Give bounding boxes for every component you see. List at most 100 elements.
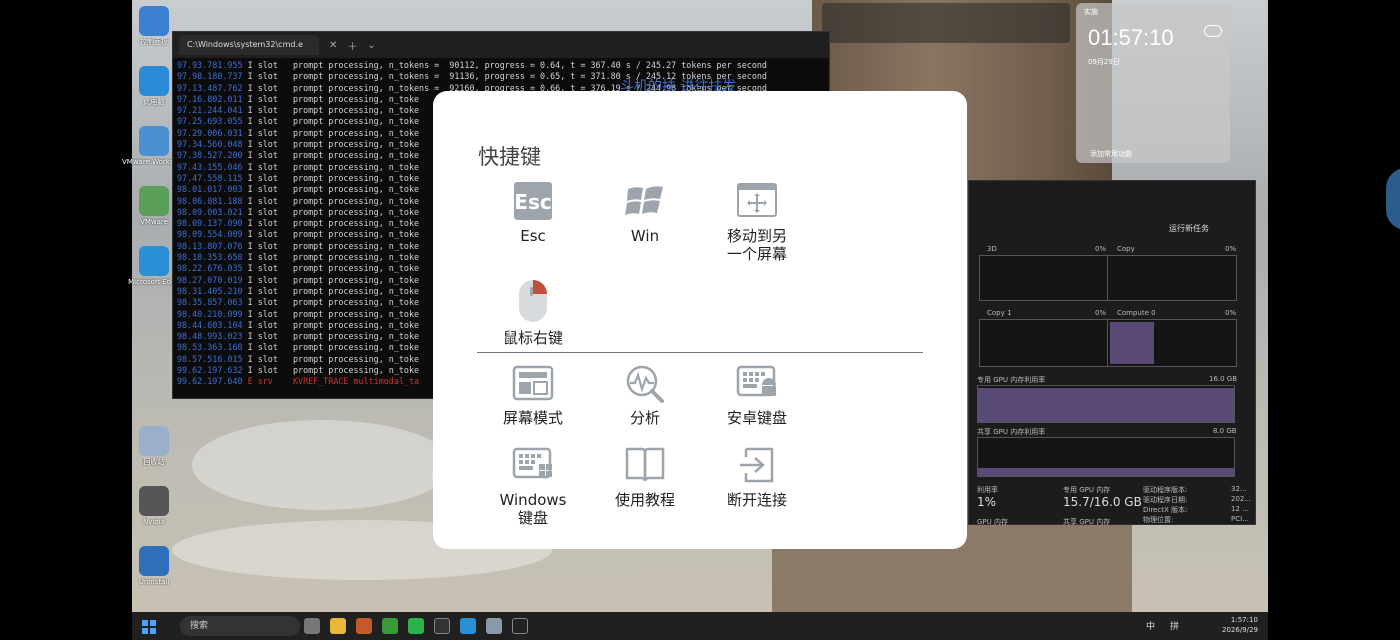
util-value: 1% bbox=[977, 495, 997, 509]
remote-desktop-screen: 控制面板此电脑VMware WorkstationVMwareMicrosoft… bbox=[0, 0, 1400, 640]
cmd-line-timestamp: 97.34.560.048 bbox=[177, 139, 243, 150]
win-shortcut[interactable]: Win bbox=[590, 181, 700, 245]
app-icon-1[interactable] bbox=[356, 618, 372, 634]
cmd-line-timestamp: 98.53.363.168 bbox=[177, 342, 243, 353]
background-peek-text: 斗机的扶 进往扶发 bbox=[620, 79, 737, 92]
desktop-icon[interactable]: Uninstall bbox=[122, 546, 186, 587]
app-icon-2[interactable] bbox=[382, 618, 398, 634]
edge-icon[interactable] bbox=[460, 618, 476, 634]
graph-label-copy: Copy bbox=[1117, 245, 1135, 253]
right-click-shortcut[interactable]: 鼠标右键 bbox=[478, 279, 588, 347]
cmd-line-timestamp: 97.13.487.762 bbox=[177, 82, 243, 93]
gpu-mem-label: 专用 GPU 内存 bbox=[1063, 486, 1111, 494]
cmd-line-timestamp: 98.48.993.023 bbox=[177, 331, 243, 342]
new-task-button[interactable]: 运行新任务 bbox=[1169, 223, 1209, 234]
win-label: Win bbox=[630, 227, 660, 245]
tray-lang[interactable]: 中 bbox=[1146, 619, 1155, 632]
cmd-line-timestamp: 98.09.554.009 bbox=[177, 229, 243, 240]
cmd-line-timestamp: 99.62.197.640 bbox=[177, 376, 243, 387]
tutorial-button[interactable]: 使用教程 bbox=[590, 445, 700, 509]
analysis-label: 分析 bbox=[629, 409, 660, 427]
graph-pct-copy: 0% bbox=[1225, 245, 1237, 253]
cmd-line-text: I slot prompt processing, n_toke bbox=[242, 195, 420, 206]
desktop-icon-label: Uninstall bbox=[138, 578, 170, 586]
screen-mode-icon bbox=[512, 363, 554, 403]
cmd-tab[interactable]: C:\Windows\system32\cmd.e bbox=[179, 35, 319, 55]
taskbar-search[interactable]: 搜索 bbox=[180, 616, 300, 636]
cmd-line-text: I slot prompt processing, n_toke bbox=[242, 206, 420, 217]
new-tab-icon[interactable]: ＋ bbox=[347, 38, 357, 53]
tutorial-label: 使用教程 bbox=[614, 491, 675, 509]
notes-widget[interactable] bbox=[822, 3, 1070, 43]
app-icon-3[interactable] bbox=[486, 618, 502, 634]
esc-key-icon: Esc bbox=[512, 181, 554, 221]
move-screen-shortcut[interactable]: 移动到另 一个屏幕 bbox=[702, 181, 812, 263]
dedicated-mem-fill bbox=[978, 388, 1234, 422]
windows-keyboard-button[interactable]: Windows 键盘 bbox=[478, 445, 588, 527]
move-screen-label-line2: 一个屏幕 bbox=[726, 245, 787, 263]
move-screen-icon bbox=[736, 181, 778, 221]
task-manager-window[interactable]: 运行新任务 3D 0% Copy 0% Copy 1 0% Compute 0 … bbox=[968, 180, 1256, 526]
widget-note: 添加常用功能 bbox=[1090, 150, 1132, 158]
shortcut-panel-title: 快捷键 bbox=[478, 145, 541, 169]
cmd-taskbar-icon[interactable] bbox=[512, 618, 528, 634]
screen-mode-label: 屏幕模式 bbox=[502, 409, 563, 427]
taskbar-clock[interactable]: 1:57:10 2026/9/29 bbox=[1222, 615, 1258, 635]
mouse-right-click-icon bbox=[512, 279, 554, 323]
desktop-app-icon bbox=[139, 246, 169, 276]
desktop-icon[interactable]: Nvidia bbox=[122, 486, 186, 527]
wechat-icon[interactable] bbox=[408, 618, 424, 634]
shortcut-panel: 快捷键 Esc Esc Win 移动到另 一个屏幕 鼠标右键 屏幕模式 分析 安… bbox=[433, 91, 967, 549]
dedicated-mem-max: 16.0 GB bbox=[1209, 375, 1238, 383]
esc-shortcut[interactable]: Esc Esc bbox=[478, 181, 588, 245]
driver-version-value: 32... bbox=[1231, 485, 1247, 493]
cmd-line-timestamp: 98.35.857.063 bbox=[177, 297, 243, 308]
graph-copy bbox=[1107, 255, 1237, 301]
cmd-line-timestamp: 98.22.676.035 bbox=[177, 263, 243, 274]
cmd-line-text: I slot prompt processing, n_toke bbox=[242, 161, 420, 172]
widget-title: 实施 bbox=[1084, 8, 1098, 16]
graph-label-copy1: Copy 1 bbox=[987, 309, 1012, 317]
close-tab-icon[interactable]: ✕ bbox=[329, 40, 337, 51]
graph-3d bbox=[979, 255, 1109, 301]
cmd-titlebar[interactable]: C:\Windows\system32\cmd.e ✕ ＋ ⌄ bbox=[173, 32, 829, 58]
cmd-line-text: I slot prompt processing, n_toke bbox=[242, 331, 420, 342]
cmd-line-timestamp: 98.57.516.015 bbox=[177, 353, 243, 364]
cmd-line-text: I slot prompt processing, n_toke bbox=[242, 150, 420, 161]
desktop-app-icon bbox=[139, 546, 169, 576]
chevron-down-icon[interactable]: ⌄ bbox=[367, 40, 375, 51]
right-click-label: 鼠标右键 bbox=[502, 329, 563, 347]
screen-mode-button[interactable]: 屏幕模式 bbox=[478, 363, 588, 427]
shared-mem-graph bbox=[977, 437, 1235, 477]
desktop-icon[interactable]: 回收站 bbox=[122, 426, 186, 467]
util-label: 利用率 bbox=[977, 486, 998, 494]
cmd-line-text: I slot prompt processing, n_toke bbox=[242, 263, 420, 274]
tutorial-book-icon bbox=[624, 445, 666, 485]
cmd-line-text: I slot prompt processing, n_toke bbox=[242, 240, 420, 251]
task-view-icon[interactable] bbox=[304, 618, 320, 634]
tray-ime[interactable]: 拼 bbox=[1170, 619, 1179, 632]
disconnect-button[interactable]: 断开连接 bbox=[702, 445, 812, 509]
cmd-line: 97.93.781.955 I slot prompt processing, … bbox=[177, 60, 825, 71]
cmd-line-timestamp: 97.47.558.115 bbox=[177, 172, 243, 183]
cmd-line-timestamp: 98.27.070.019 bbox=[177, 274, 243, 285]
cmd-line-timestamp: 97.21.244.041 bbox=[177, 105, 243, 116]
terminal-icon[interactable] bbox=[434, 618, 450, 634]
cmd-line-text: I slot prompt processing, n_toke bbox=[242, 308, 420, 319]
analysis-button[interactable]: 分析 bbox=[590, 363, 700, 427]
start-icon[interactable] bbox=[142, 619, 156, 634]
cmd-line-timestamp: 98.09.003.021 bbox=[177, 206, 243, 217]
desktop-app-icon bbox=[139, 486, 169, 516]
cmd-line-text: I slot prompt processing, n_tokens = 901… bbox=[242, 60, 767, 70]
file-explorer-icon[interactable] bbox=[330, 618, 346, 634]
cmd-line-text: I slot prompt processing, n_toke bbox=[242, 353, 420, 364]
android-keyboard-button[interactable]: 安卓键盘 bbox=[702, 363, 812, 427]
taskbar-time: 1:57:10 bbox=[1230, 616, 1258, 624]
clock-widget[interactable]: 实施 01:57:10 09月29日 添加常用功能 bbox=[1076, 3, 1230, 163]
cmd-line-timestamp: 99.62.197.632 bbox=[177, 365, 243, 376]
section-divider bbox=[477, 352, 923, 353]
cmd-line-timestamp: 97.98.180.737 bbox=[177, 71, 243, 82]
gpu-mem2-label: GPU 内存 bbox=[977, 518, 1008, 526]
cmd-line-text: I slot prompt processing, n_toke bbox=[242, 229, 420, 240]
dedicated-mem-graph bbox=[977, 385, 1235, 423]
